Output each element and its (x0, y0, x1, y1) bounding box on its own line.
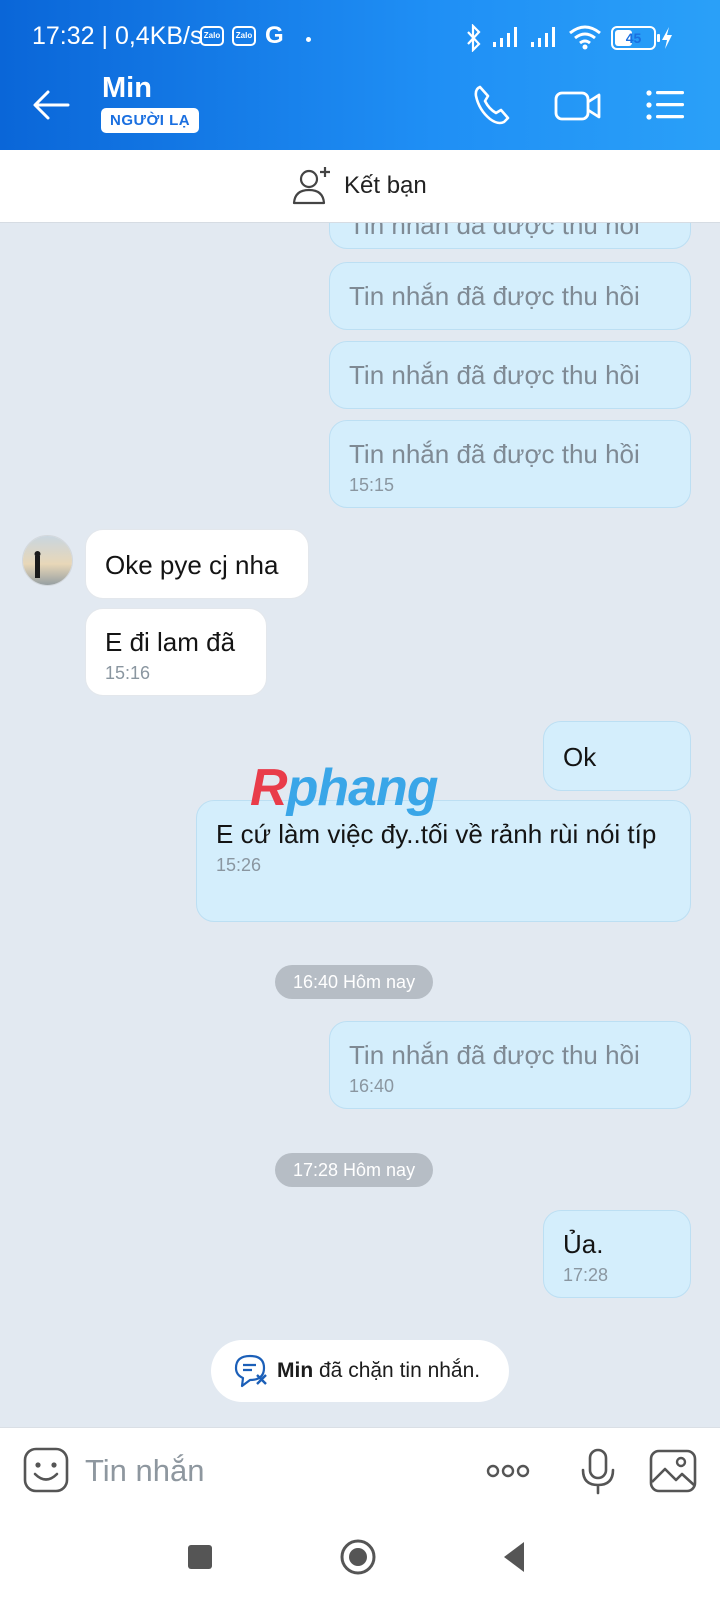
add-friend-label: Kết bạn (344, 172, 427, 199)
recent-apps-icon[interactable] (175, 1532, 225, 1582)
message-bubble-sent[interactable]: Tin nhắn đã được thu hồi (329, 341, 691, 409)
status-time: 17:32 | 0,4KB/s (32, 22, 203, 50)
zalo-notification-icon: Zalo (232, 26, 256, 46)
avatar-image-icon (23, 536, 72, 585)
menu-list-icon[interactable] (640, 80, 690, 130)
more-options-icon[interactable] (483, 1446, 533, 1496)
message-bubble-sent[interactable]: Ủa. 17:28 (543, 1210, 691, 1298)
voice-call-icon[interactable] (468, 80, 518, 130)
message-text: Oke pye cj nha (105, 550, 279, 580)
message-input[interactable] (85, 1448, 465, 1494)
message-bubble-sent[interactable]: Tin nhắn đã được thu hồi 15:15 (329, 420, 691, 508)
message-bubble-sent[interactable]: Ok (543, 721, 691, 791)
blocked-message-icon (234, 1354, 267, 1388)
add-friend-icon (292, 167, 330, 205)
signal-icon (493, 27, 517, 47)
watermark: Rphang (250, 759, 439, 817)
message-time: 15:15 (349, 475, 395, 495)
home-icon[interactable] (333, 1532, 383, 1582)
message-text: Tin nhắn đã được thu hồi (349, 360, 640, 390)
stranger-badge: NGƯỜI LẠ (101, 108, 200, 133)
message-time: 17:28 (563, 1265, 609, 1285)
image-gallery-icon[interactable] (648, 1446, 698, 1496)
time-separator: 17:28 Hôm nay (275, 1153, 434, 1187)
status-bar: 17:32 | 0,4KB/s Zalo Zalo G 45 (0, 0, 720, 60)
message-bubble-sent[interactable]: Tin nhắn đã được thu hồi (329, 262, 691, 330)
contact-name[interactable]: Min (102, 72, 152, 105)
message-text: Tin nhắn đã được thu hồi (349, 223, 640, 240)
chat-header: Min NGƯỜI LẠ (0, 60, 720, 150)
time-separator: 16:40 Hôm nay (275, 965, 434, 999)
message-time: 15:26 (216, 855, 262, 875)
blocked-notice: Min đã chặn tin nhắn. (211, 1340, 509, 1402)
add-friend-bar[interactable]: Kết bạn (0, 150, 720, 223)
battery-level: 45 (625, 30, 642, 46)
more-notifications-icon (306, 37, 311, 42)
message-bubble-sent[interactable]: Tin nhắn đã được thu hồi 16:40 (329, 1021, 691, 1109)
video-call-icon[interactable] (553, 80, 603, 130)
battery-indicator: 45 (611, 26, 660, 50)
message-text: Tin nhắn đã được thu hồi (349, 439, 640, 469)
charging-icon (662, 27, 672, 49)
contact-avatar[interactable] (22, 535, 73, 586)
message-text: Ủa. (563, 1229, 604, 1259)
message-text: Tin nhắn đã được thu hồi (349, 1040, 640, 1070)
message-bubble-received[interactable]: E đi lam đã 15:16 (85, 608, 267, 696)
message-bubble-sent[interactable]: E cứ làm việc đy..tối về rảnh rùi nói tí… (196, 800, 691, 922)
message-bubble-sent[interactable]: Tin nhắn đã được thu hồi (329, 223, 691, 249)
back-nav-icon[interactable] (490, 1532, 540, 1582)
system-navigation-bar (0, 1512, 720, 1600)
message-text: E đi lam đã (105, 627, 236, 657)
message-bubble-received[interactable]: Oke pye cj nha (85, 529, 309, 599)
bluetooth-icon (467, 24, 481, 52)
signal-icon (531, 27, 555, 47)
message-time: 15:16 (105, 663, 151, 683)
zalo-notification-icon: Zalo (200, 26, 224, 46)
message-list[interactable]: Tin nhắn đã được thu hồi Tin nhắn đã đượ… (0, 223, 720, 1427)
google-notification-icon: G (265, 22, 284, 49)
microphone-icon[interactable] (573, 1446, 623, 1496)
blocked-text: Min đã chặn tin nhắn. (277, 1359, 481, 1382)
back-arrow-icon[interactable] (26, 80, 76, 130)
message-text: Tin nhắn đã được thu hồi (349, 281, 640, 311)
emoji-sticker-icon[interactable] (22, 1446, 70, 1494)
message-time: 16:40 (349, 1076, 395, 1096)
message-input-bar (0, 1427, 720, 1512)
wifi-icon (569, 25, 601, 50)
message-text: Ok (563, 742, 597, 772)
